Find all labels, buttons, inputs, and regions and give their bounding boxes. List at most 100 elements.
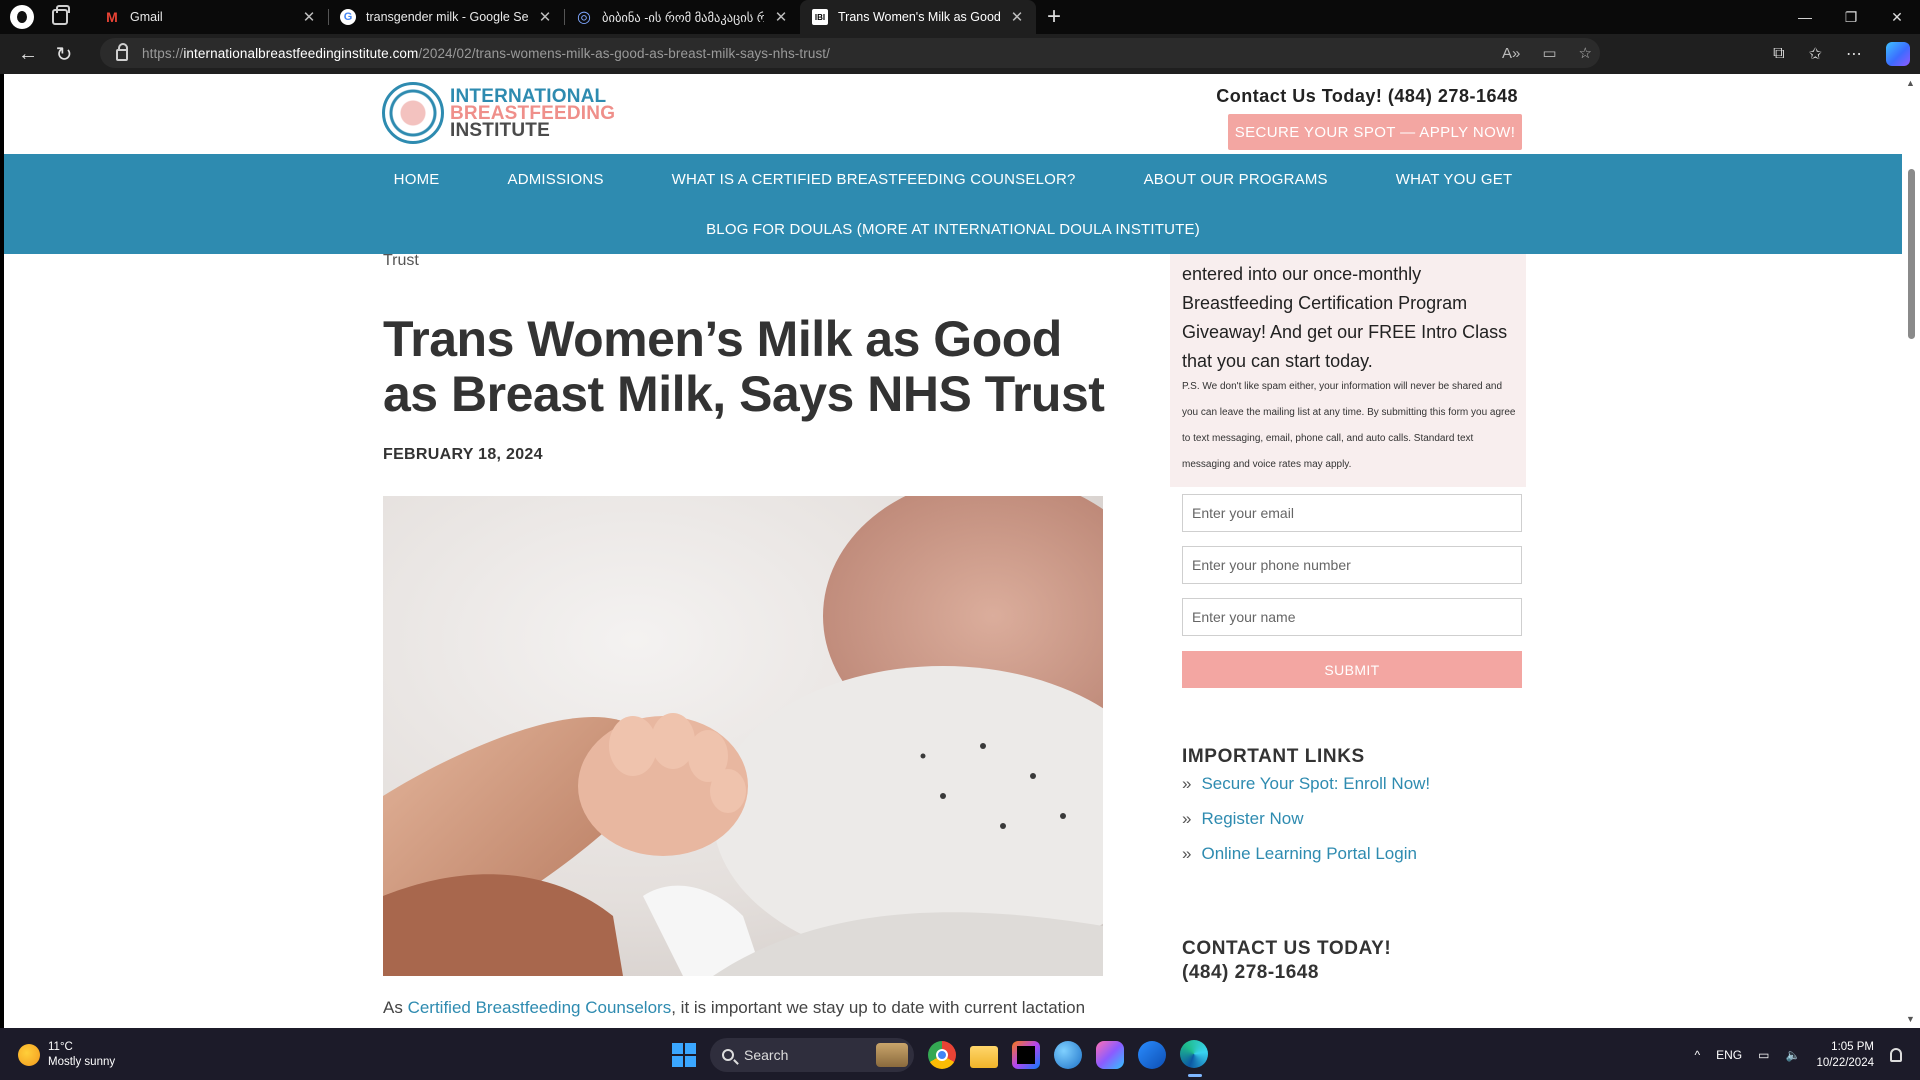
article-date: FEBRUARY 18, 2024	[383, 446, 543, 463]
contact-phone: (484) 278-1648	[1182, 962, 1319, 983]
browser-title-bar: M Gmail ✕ G transgender milk - Google Se…	[0, 0, 1920, 34]
article-title: Trans Women’s Milk as Good as Breast Mil…	[383, 311, 1105, 422]
portal-login-link[interactable]: Online Learning Portal Login	[1201, 844, 1416, 863]
page-viewport: INTERNATIONAL BREASTFEEDING INSTITUTE Co…	[4, 74, 1902, 1028]
intellij-icon[interactable]	[1012, 1041, 1040, 1069]
scroll-up-icon[interactable]: ▲	[1906, 78, 1915, 88]
restore-icon[interactable]: ❐	[1828, 0, 1874, 34]
close-icon[interactable]: ✕	[302, 8, 316, 26]
site-logo[interactable]: INTERNATIONAL BREASTFEEDING INSTITUTE	[382, 82, 615, 144]
ibi-icon: IBI	[812, 9, 828, 25]
submit-button[interactable]: SUBMIT	[1182, 651, 1522, 688]
logo-line: INTERNATIONAL	[450, 85, 607, 107]
close-icon[interactable]: ✕	[1010, 8, 1024, 26]
breadcrumb: Trust	[383, 252, 419, 269]
scroll-down-icon[interactable]: ▼	[1906, 1014, 1915, 1024]
copilot-app-icon[interactable]	[1096, 1041, 1124, 1069]
refresh-icon[interactable]: ↻	[46, 38, 82, 70]
read-aloud-icon[interactable]: A»	[1502, 45, 1520, 62]
search-highlight-icon	[876, 1043, 908, 1067]
page-scrollbar[interactable]: ▲ ▼	[1902, 74, 1920, 1028]
taskbar-search[interactable]: Search	[710, 1038, 914, 1072]
nav-item-programs[interactable]: ABOUT OUR PROGRAMS	[1144, 171, 1328, 188]
chrome-icon[interactable]	[928, 1041, 956, 1069]
tab-actions-icon[interactable]	[52, 5, 70, 25]
header-contact: Contact Us Today! (484) 278-1648	[1216, 86, 1518, 106]
nav-item-admissions[interactable]: ADMISSIONS	[507, 171, 603, 188]
tab-current-article[interactable]: IBI Trans Women's Milk as Good as B ✕	[800, 0, 1036, 34]
scroll-thumb[interactable]	[1908, 169, 1915, 339]
tab-google-search[interactable]: G transgender milk - Google Search ✕	[328, 0, 564, 34]
volume-icon[interactable]: 🔈	[1785, 1048, 1800, 1062]
article-hero-image	[383, 496, 1103, 976]
new-tab-button[interactable]: +	[1036, 0, 1072, 34]
email-field[interactable]	[1182, 494, 1522, 532]
tab-title: ბიბინა -ის რომ მამაკაცის რძ	[602, 10, 764, 25]
profile-icon[interactable]	[10, 5, 34, 29]
site-header: INTERNATIONAL BREASTFEEDING INSTITUTE Co…	[4, 74, 1902, 154]
nav-item-home[interactable]: HOME	[394, 171, 440, 188]
nav-item-blog[interactable]: BLOG FOR DOULAS (MORE AT INTERNATIONAL D…	[706, 221, 1200, 238]
article-intro: As Certified Breastfeeding Counselors, i…	[383, 998, 1086, 1017]
back-icon[interactable]: ←	[10, 38, 46, 70]
globe-icon: ◎	[577, 9, 591, 26]
apply-now-button[interactable]: SECURE YOUR SPOT — APPLY NOW!	[1228, 114, 1522, 150]
important-links-heading: IMPORTANT LINKS	[1182, 746, 1365, 767]
tab-georgian-page[interactable]: ◎ ბიბინა -ის რომ მამაკაცის რძ ✕	[564, 0, 800, 34]
register-link[interactable]: Register Now	[1201, 809, 1303, 828]
contact-heading: CONTACT US TODAY!	[1182, 938, 1392, 959]
cbc-link[interactable]: Certified Breastfeeding Counselors	[408, 998, 672, 1017]
nav-item-what-you-get[interactable]: WHAT YOU GET	[1396, 171, 1513, 188]
url-text[interactable]: https://internationalbreastfeedinginstit…	[142, 46, 830, 61]
file-explorer-icon[interactable]	[970, 1046, 998, 1068]
main-navigation: HOME ADMISSIONS WHAT IS A CERTIFIED BREA…	[4, 154, 1902, 254]
enroll-link[interactable]: Secure Your Spot: Enroll Now!	[1201, 774, 1430, 793]
browser-globe-icon[interactable]	[1054, 1041, 1082, 1069]
system-tray: ^ ENG ▭ 🔈 1:05 PM 10/22/2024	[1694, 1038, 1902, 1072]
language-indicator[interactable]: ENG	[1716, 1048, 1742, 1062]
nav-item-what-is-cbc[interactable]: WHAT IS A CERTIFIED BREASTFEEDING COUNSE…	[672, 171, 1076, 188]
signup-disclaimer: P.S. We don't like spam either, your inf…	[1182, 381, 1516, 470]
more-menu-icon[interactable]: ⋯	[1846, 44, 1862, 64]
extensions-icon[interactable]: ⧉	[1773, 45, 1784, 63]
weather-condition: Mostly sunny	[48, 1056, 116, 1068]
tab-title: transgender milk - Google Search	[366, 10, 528, 24]
notification-bell-icon[interactable]	[1890, 1048, 1902, 1062]
close-icon[interactable]: ✕	[538, 8, 552, 26]
clock-time: 1:05 PM	[1831, 1041, 1874, 1053]
name-field[interactable]	[1182, 598, 1522, 636]
sun-icon	[18, 1044, 40, 1066]
tab-gmail[interactable]: M Gmail ✕	[92, 0, 328, 34]
edge-icon[interactable]	[1180, 1040, 1208, 1068]
tab-title: Trans Women's Milk as Good as B	[838, 10, 1000, 24]
address-bar[interactable]: https://internationalbreastfeedinginstit…	[100, 38, 1600, 68]
search-label: Search	[744, 1047, 789, 1063]
minimize-icon[interactable]: —	[1782, 0, 1828, 34]
logo-emblem-icon	[382, 82, 444, 144]
logo-line: BREASTFEEDING	[450, 102, 616, 124]
window-close-icon[interactable]: ✕	[1874, 0, 1920, 34]
favorite-star-icon[interactable]: ☆	[1579, 44, 1592, 62]
clock-date: 10/22/2024	[1816, 1057, 1874, 1069]
list-item: » Secure Your Spot: Enroll Now!	[1182, 774, 1431, 793]
close-icon[interactable]: ✕	[774, 8, 788, 26]
network-icon[interactable]: ▭	[1758, 1048, 1769, 1062]
lock-icon[interactable]	[116, 43, 128, 61]
clock[interactable]: 1:05 PM 10/22/2024	[1816, 1039, 1874, 1071]
important-links-list: » Secure Your Spot: Enroll Now! » Register…	[1182, 774, 1430, 879]
baby-hand-photo	[383, 496, 1103, 976]
immersive-reader-icon[interactable]: ▭	[1542, 44, 1556, 62]
list-item: » Register Now	[1182, 809, 1304, 828]
favorites-icon[interactable]: ✩	[1809, 44, 1822, 64]
google-icon: G	[340, 9, 356, 25]
chevron-up-icon[interactable]: ^	[1694, 1048, 1700, 1062]
logo-line: INSTITUTE	[450, 119, 550, 141]
windows-taskbar: 11°C Mostly sunny Search ^ ENG ▭ 🔈 1:05 …	[0, 1028, 1920, 1080]
bing-icon[interactable]	[1138, 1041, 1166, 1069]
list-item: » Online Learning Portal Login	[1182, 844, 1417, 863]
windows-start-icon[interactable]	[672, 1043, 696, 1067]
phone-field[interactable]	[1182, 546, 1522, 584]
weather-widget[interactable]: 11°C Mostly sunny	[18, 1040, 115, 1070]
copilot-icon[interactable]	[1886, 42, 1910, 66]
edge-app[interactable]	[1180, 1040, 1208, 1077]
